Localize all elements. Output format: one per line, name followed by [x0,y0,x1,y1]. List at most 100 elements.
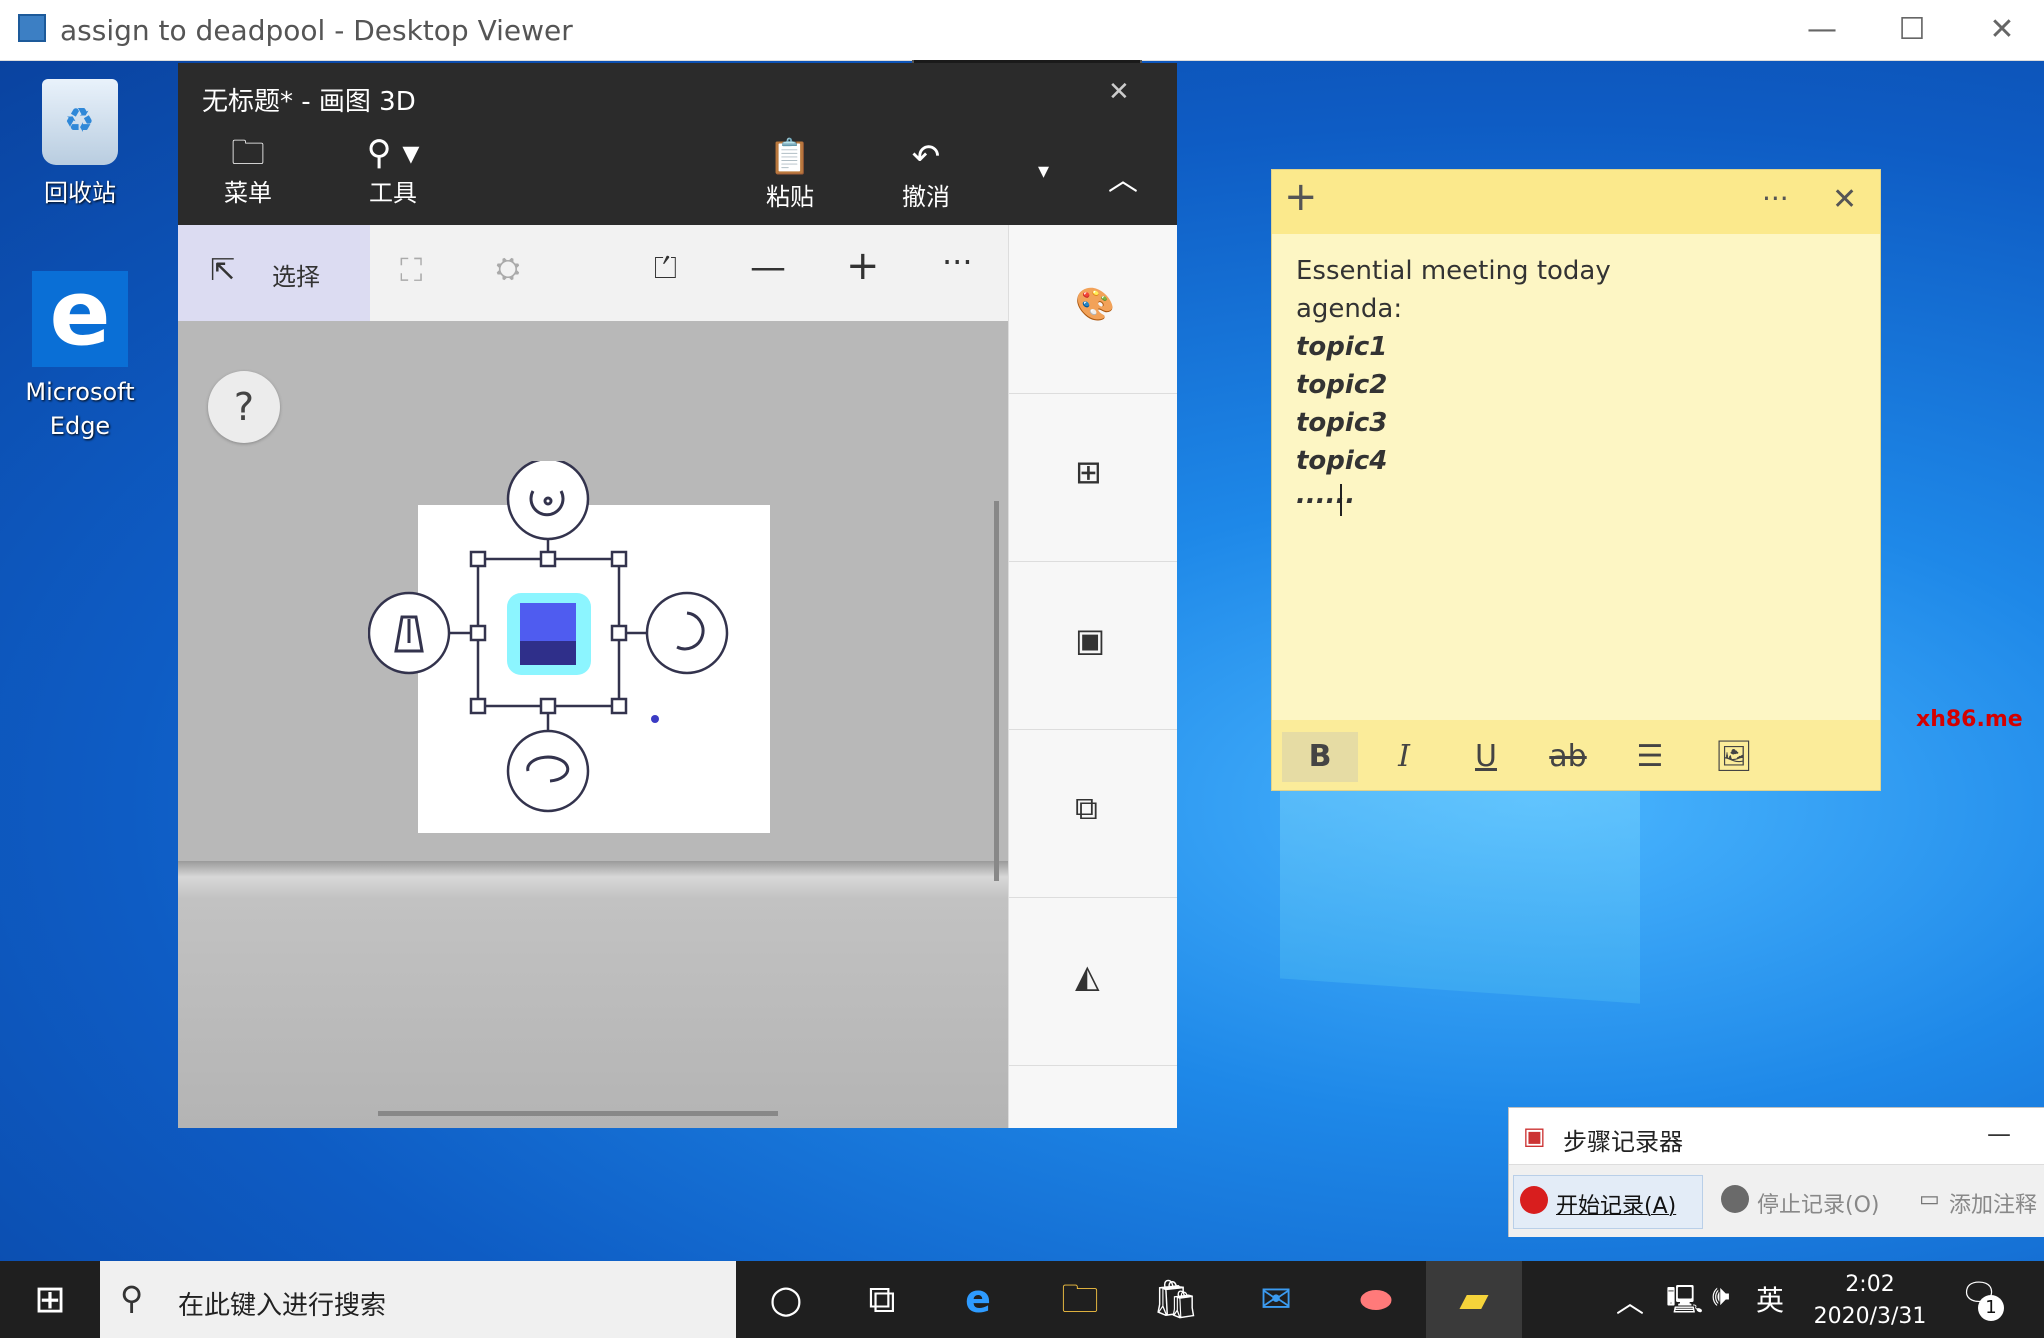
canvas-frame-icon: ▣ [1075,621,1106,659]
zoom-out-icon[interactable]: — [750,247,786,288]
task-view-icon[interactable]: ⧉ [834,1261,930,1338]
viewer-titlebar: assign to deadpool - Desktop Viewer — ☐ … [0,0,2044,61]
palette-icon: 🎨 [1075,285,1115,323]
more-icon[interactable]: ··· [1762,182,1789,215]
collapse-toolbar-icon[interactable]: ︿ [1108,155,1138,199]
strikethrough-button[interactable]: ab [1530,732,1606,782]
underline-button[interactable]: U [1448,732,1524,782]
magic-select-icon[interactable]: ⛭ [496,251,520,286]
clock-time: 2:02 [1845,1272,1895,1297]
recycle-bin-icon: ♻ [42,79,118,165]
cortana-icon[interactable]: ○ [738,1261,834,1338]
sticker-icon[interactable]: ⏍ [654,251,677,286]
undo-label: 撤消 [902,183,950,211]
rotate-z-handle [506,461,590,541]
resize-handle [469,550,487,568]
grid-icon: ⊞ [1075,453,1102,491]
stop-record-label: 停止记录(O) [1757,1193,1880,1218]
start-button[interactable]: ⊞ [2,1261,98,1338]
horizontal-scrollbar[interactable] [378,1111,778,1116]
note-line: agenda: [1296,294,1403,324]
note-topic: topic4 [1296,446,1388,476]
steps-recorder-window: ▣ 步骤记录器 — 开始记录(A) 停止记录(O) ▭ 添加注释 [1508,1107,2044,1237]
windows-logo-icon: ⊞ [34,1277,66,1321]
sticky-note: + ··· ✕ Essential meeting today agenda: … [1272,170,1880,790]
viewer-title: assign to deadpool - Desktop Viewer [60,14,573,47]
edge-taskbar-icon[interactable]: e [930,1261,1026,1338]
resize-handle [469,624,487,642]
image-icon[interactable]: 🖼 [1696,732,1772,782]
viewer-app-icon [18,14,46,42]
tools-button[interactable]: ⚲ ▾ 工具 [338,133,448,208]
psr-title: 步骤记录器 [1563,1128,1683,1156]
note-line: Essential meeting today [1296,256,1611,286]
sticky-body[interactable]: Essential meeting today agenda: topic1 t… [1272,234,1880,720]
crop-icon[interactable]: ⛶ [400,251,422,290]
rotate-x-handle [506,729,590,813]
paint3d-taskbar-icon[interactable]: ⬬ [1328,1261,1424,1338]
taskbar: ⊞ ⚲ 在此键入进行搜索 ○ ⧉ e 🗀 🛍 ✉ ⬬ ▰ ︿ 🖳 🕪 英 2:0… [0,1261,2044,1338]
more-options-icon[interactable]: ··· [942,243,973,281]
close-icon[interactable]: ✕ [1832,182,1857,217]
add-note-button[interactable]: + [1284,174,1318,220]
paint3d-subtoolbar: ⇱ 选择 ⛶ ⛭ ⏍ — + ··· [178,225,1008,321]
comment-icon: ▭ [1919,1187,1940,1212]
text-cursor [1340,484,1342,516]
note-topic: topic3 [1296,408,1388,438]
resize-handle [610,624,628,642]
psr-toolbar: 开始记录(A) 停止记录(O) ▭ 添加注释 [1509,1164,2044,1237]
network-icon[interactable]: 🖳 [1666,1279,1703,1327]
flip-icon: ◭ [1075,957,1100,995]
store-icon[interactable]: 🛍 [1128,1261,1224,1338]
viewer-minimize-button[interactable]: — [1792,8,1852,52]
bold-button[interactable]: B [1282,732,1358,782]
show-hidden-icons-icon[interactable]: ︿ [1616,1281,1644,1321]
side-slot[interactable]: ⧉ [1009,729,1177,898]
side-slot[interactable]: ⊞ [1009,393,1177,562]
undo-button[interactable]: ↶ 撤消 [886,137,966,212]
italic-button[interactable]: I [1366,732,1442,782]
volume-icon[interactable]: 🕪 [1712,1279,1730,1313]
note-topic: topic2 [1296,370,1388,400]
file-explorer-icon[interactable]: 🗀 [1032,1261,1128,1338]
desktop-icon-label: Microsoft Edge [25,378,135,440]
side-slot[interactable]: ◭ [1009,897,1177,1066]
search-icon: ⚲ [120,1279,144,1317]
side-slot[interactable]: ▣ [1009,561,1177,730]
viewer-close-button[interactable]: ✕ [1972,8,2032,52]
search-placeholder: 在此键入进行搜索 [178,1291,387,1321]
desktop-icon-recycle-bin[interactable]: ♻ 回收站 [15,79,145,208]
clock[interactable]: 2:02 2020/3/31 [1808,1269,1932,1333]
note-topic: topic1 [1296,332,1388,362]
psr-app-icon: ▣ [1523,1122,1546,1150]
selection-gizmo[interactable] [368,461,788,881]
start-record-button[interactable]: 开始记录(A) [1513,1175,1703,1229]
viewer-maximize-button[interactable]: ☐ [1882,8,1942,52]
paint3d-close-button[interactable]: ✕ [1108,77,1130,107]
help-button[interactable]: ? [208,371,280,443]
desktop-icon-edge[interactable]: e Microsoft Edge [15,269,145,443]
taskbar-search[interactable]: ⚲ 在此键入进行搜索 [100,1261,736,1338]
psr-minimize-button[interactable]: — [1987,1120,2011,1148]
notification-center-icon[interactable]: 🗨 1 [1960,1277,2004,1321]
history-dropdown-icon[interactable]: ▾ [1038,159,1049,184]
paste-button[interactable]: 📋 粘贴 [750,137,830,212]
side-slot[interactable]: 🎨 [1009,225,1177,394]
copy-icon: ⧉ [1075,789,1098,827]
add-comment-button[interactable]: ▭ 添加注释 [1913,1175,2044,1227]
watermark-text: xh86.me [1916,707,2023,732]
sticky-notes-taskbar-icon[interactable]: ▰ [1426,1261,1522,1338]
menu-button[interactable]: 🗀 菜单 [208,133,288,208]
zoom-in-icon[interactable]: + [846,243,880,289]
folder-icon: 🗀 [231,133,265,173]
stop-record-button[interactable]: 停止记录(O) [1715,1175,1895,1227]
desktop-icon-label: 回收站 [44,179,116,207]
tools-label: 工具 [369,179,417,207]
vertical-scrollbar[interactable] [994,501,999,881]
resize-handle [539,550,557,568]
canvas-area[interactable]: ? [178,321,1008,1128]
ime-indicator[interactable]: 英 [1756,1279,1784,1319]
mail-icon[interactable]: ✉ [1228,1261,1324,1338]
bullet-list-icon[interactable]: ☰ [1612,732,1688,782]
select-tool-button[interactable]: ⇱ 选择 [178,225,370,321]
